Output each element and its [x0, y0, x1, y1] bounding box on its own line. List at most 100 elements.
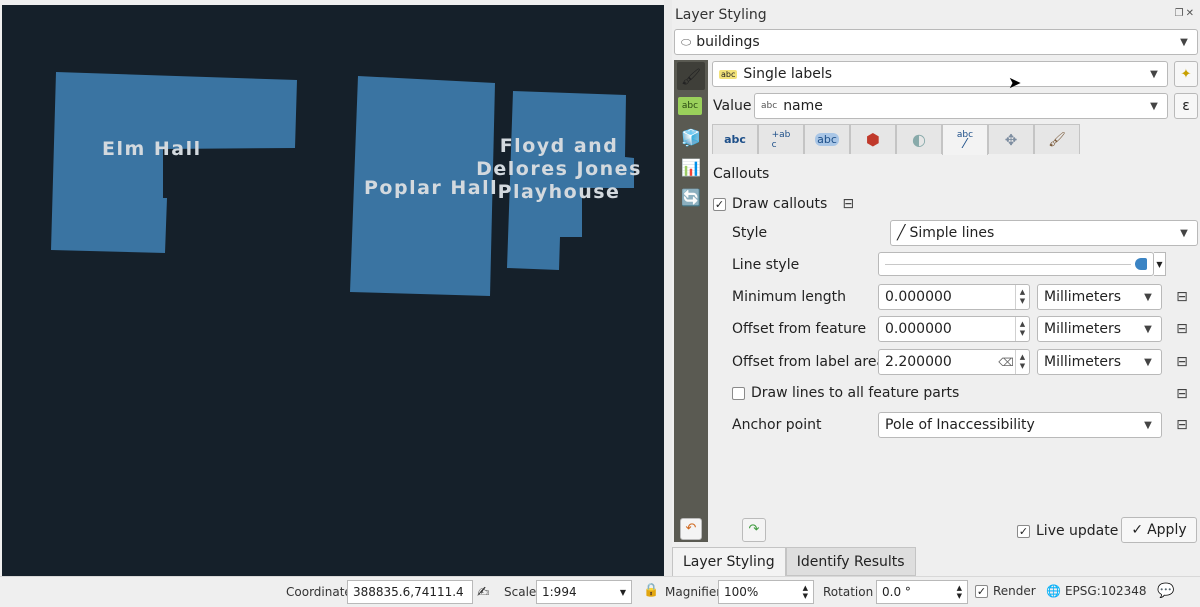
crs-button[interactable]: 🌐 EPSG:102348 [1046, 584, 1147, 598]
mouse-pointer-icon[interactable]: ✍ [477, 583, 490, 601]
close-icon[interactable]: ✕ [1186, 8, 1196, 19]
rule-based-settings-button[interactable]: ✦ [1174, 61, 1198, 87]
live-update-checkbox[interactable]: ✓ [1017, 524, 1030, 538]
data-defined-override-icon[interactable]: ⊟ [1171, 415, 1193, 435]
tab-buffer[interactable]: abc [804, 124, 850, 154]
float-icon[interactable]: ❐ [1175, 8, 1186, 19]
spin-arrows-icon[interactable]: ▲ ▼ [1015, 350, 1029, 374]
offset-from-label-unit-value: Millimeters [1044, 354, 1122, 370]
offset-from-label-input[interactable]: 2.200000 ⌫ ▲ ▼ [878, 349, 1030, 375]
spin-arrows-icon[interactable]: ▲ ▼ [1015, 317, 1029, 341]
offset-from-label-unit-select[interactable]: Millimeters ▼ [1037, 349, 1162, 375]
3d-view-icon[interactable]: 🧊 [677, 123, 705, 151]
minimum-length-input[interactable]: 0.000000 ▲ ▼ [878, 284, 1030, 310]
map-canvas[interactable]: Elm Hall Poplar Hall Floyd and Delores J… [2, 5, 664, 576]
apply-button[interactable]: ✓ Apply [1121, 517, 1197, 543]
dock-tabs: Layer Styling Identify Results [672, 547, 916, 576]
crs-value: EPSG:102348 [1064, 584, 1147, 598]
rotation-label: Rotation [823, 585, 874, 599]
render-row: ✓ Render [975, 584, 1036, 598]
value-abc-icon: abc [678, 97, 702, 115]
anchor-point-label: Anchor point [732, 417, 822, 433]
building-elm-hall[interactable] [51, 72, 297, 253]
label-playhouse-line3: Playhouse [498, 181, 621, 203]
spin-arrows-icon[interactable]: ▲ ▼ [957, 584, 962, 600]
data-defined-override-icon[interactable]: ⊟ [1171, 287, 1193, 307]
redo-icon[interactable]: ↷ [742, 518, 766, 542]
renderer-select[interactable]: abc Single labels ▼ [712, 61, 1168, 87]
magic-wand-icon: ✦ [1180, 66, 1192, 82]
chevron-down-icon: ▼ [1180, 227, 1188, 239]
tab-text[interactable]: abc [712, 124, 758, 154]
layer-select-value: buildings [696, 34, 760, 50]
renderer-select-value: Single labels [743, 66, 833, 82]
check-icon: ✓ [1131, 522, 1144, 538]
callout-style-select[interactable]: ╱ Simple lines ▼ [890, 220, 1198, 246]
magnifier-value: 100% [724, 585, 759, 599]
draw-all-parts-checkbox[interactable] [732, 386, 745, 400]
tab-rendering[interactable]: 🖌 [1034, 124, 1080, 154]
line-style-button[interactable] [878, 252, 1154, 276]
data-defined-override-icon[interactable]: ⊟ [1171, 319, 1193, 339]
diagrams-icon[interactable]: 📊 [677, 153, 705, 181]
offset-from-label-value: 2.200000 [885, 354, 952, 370]
expression-button[interactable]: ε [1174, 93, 1198, 119]
panel-window-buttons[interactable]: ❐✕ [1175, 8, 1196, 19]
symbology-paintbrush-icon[interactable]: 🖌 [677, 62, 705, 90]
history-icon[interactable]: 🔄 [677, 183, 705, 211]
coordinate-label: Coordinate [286, 585, 352, 599]
value-field-select[interactable]: abc name ▼ [754, 93, 1168, 119]
coordinate-input[interactable]: 388835.6,74111.4 [347, 580, 473, 604]
spin-arrows-icon[interactable]: ▲ ▼ [803, 584, 808, 600]
undo-icon[interactable]: ↶ [677, 515, 705, 543]
layer-styling-panel: Layer Styling ❐✕ ⬭ buildings ▼ 🖌 abc 🧊 📊… [672, 0, 1200, 576]
color-swatch [1135, 258, 1147, 270]
style-mode-toolbar: 🖌 abc 🧊 📊 🔄 ↶ [674, 60, 708, 542]
data-defined-override-icon[interactable]: ⊟ [1171, 352, 1193, 372]
draw-callouts-row: ✓ Draw callouts ⊟ [713, 194, 859, 214]
tab-background[interactable]: ⬢ [850, 124, 896, 154]
tab-identify-results[interactable]: Identify Results [785, 547, 916, 576]
tab-callouts[interactable]: abc ⁄ [942, 124, 988, 155]
value-field-value: name [783, 98, 823, 114]
draw-callouts-checkbox[interactable]: ✓ [713, 197, 726, 211]
data-defined-override-icon[interactable]: ⊟ [837, 194, 859, 214]
anchor-point-select[interactable]: Pole of Inaccessibility ▼ [878, 412, 1162, 438]
draw-callouts-label: Draw callouts [732, 196, 828, 212]
minimum-length-value: 0.000000 [885, 289, 952, 305]
scale-select[interactable]: 1:994 ▼ [536, 580, 632, 604]
magnifier-input[interactable]: 100% ▲ ▼ [718, 580, 814, 604]
draw-all-parts-row: Draw lines to all feature parts [732, 385, 959, 401]
tab-layer-styling[interactable]: Layer Styling [672, 547, 786, 576]
tab-shadow[interactable]: ◐ [896, 124, 942, 154]
minimum-length-label: Minimum length [732, 289, 846, 305]
line-style-dropdown[interactable]: ▼ [1154, 252, 1166, 276]
chevron-down-icon: ▼ [1180, 36, 1188, 48]
tab-formatting[interactable]: +ab c [758, 124, 804, 154]
data-defined-override-icon[interactable]: ⊟ [1171, 384, 1193, 404]
epsilon-icon: ε [1182, 98, 1190, 114]
panel-splitter[interactable] [664, 0, 672, 576]
minimum-length-unit-select[interactable]: Millimeters ▼ [1037, 284, 1162, 310]
chevron-down-icon: ▼ [1150, 100, 1158, 112]
chevron-down-icon: ▼ [1144, 323, 1152, 335]
offset-from-feature-unit-select[interactable]: Millimeters ▼ [1037, 316, 1162, 342]
mouse-cursor-icon: ➤ [1008, 73, 1022, 92]
rotation-input[interactable]: 0.0 ° ▲ ▼ [876, 580, 968, 604]
render-checkbox[interactable]: ✓ [975, 584, 988, 598]
offset-from-feature-input[interactable]: 0.000000 ▲ ▼ [878, 316, 1030, 342]
chevron-down-icon: ▼ [1144, 356, 1152, 368]
layer-select[interactable]: ⬭ buildings ▼ [674, 29, 1198, 55]
polygon-layer-icon: ⬭ [681, 34, 692, 49]
rotation-value: 0.0 ° [882, 585, 911, 599]
messages-icon[interactable]: 💬 [1157, 583, 1174, 599]
lock-icon[interactable]: 🔒 [643, 583, 659, 598]
line-style-label: Line style [732, 257, 800, 273]
tab-placement[interactable]: ✥ [988, 124, 1034, 154]
clear-icon[interactable]: ⌫ [997, 356, 1015, 369]
spin-arrows-icon[interactable]: ▲ ▼ [1015, 285, 1029, 309]
globe-icon: 🌐 [1046, 584, 1061, 598]
render-label: Render [993, 584, 1036, 598]
map-svg: Elm Hall Poplar Hall Floyd and Delores J… [51, 72, 642, 296]
label-playhouse-line2: Delores Jones [476, 158, 642, 180]
